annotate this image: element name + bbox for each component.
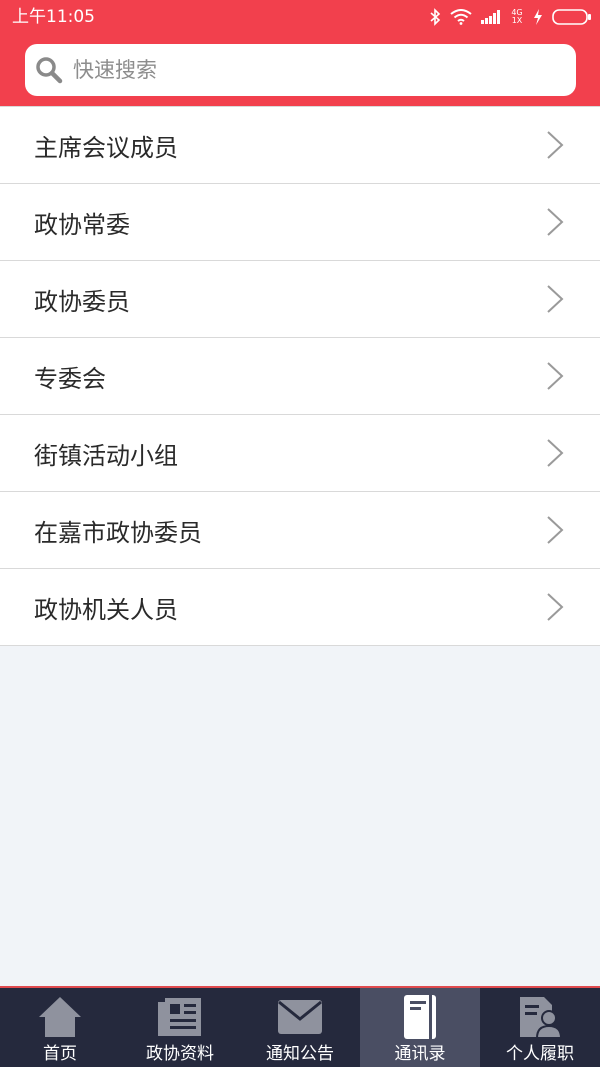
bluetooth-icon <box>430 8 441 26</box>
tab-personal-duties[interactable]: 个人履职 <box>480 988 600 1067</box>
tab-address-book[interactable]: 通讯录 <box>360 988 480 1067</box>
chevron-right-icon <box>547 131 564 159</box>
tab-label: 首页 <box>43 1044 77 1064</box>
newspaper-icon <box>158 998 201 1036</box>
list-item-label: 专委会 <box>34 364 106 393</box>
address-book-icon <box>404 995 436 1039</box>
status-icons: 4G 1X <box>429 6 592 28</box>
tab-label: 政协资料 <box>146 1044 214 1064</box>
chevron-right-icon <box>547 285 564 313</box>
list-item-label: 政协机关人员 <box>34 595 178 624</box>
bottom-tab-bar: 首页 政协资料 通知公告 通讯录 个人履职 <box>0 986 600 1067</box>
list-item-label: 在嘉市政协委员 <box>34 518 202 547</box>
list-item-office-staff[interactable]: 政协机关人员 <box>0 569 600 646</box>
list-item-label: 街镇活动小组 <box>34 441 178 470</box>
home-icon <box>39 997 81 1037</box>
list-item-label: 主席会议成员 <box>34 133 178 162</box>
network-type-label: 4G 1X <box>510 9 524 25</box>
list-item-label: 政协常委 <box>34 210 130 239</box>
list-item-committee-members[interactable]: 政协委员 <box>0 261 600 338</box>
signal-icon <box>481 10 500 24</box>
tab-label: 通讯录 <box>394 1044 446 1064</box>
tab-label: 个人履职 <box>506 1044 574 1064</box>
profile-document-icon <box>520 997 562 1039</box>
tab-cppcc-materials[interactable]: 政协资料 <box>120 988 240 1067</box>
network-type-bottom: 1X <box>511 16 523 25</box>
charging-icon <box>534 9 542 25</box>
header: 上午11:05 4G 1X <box>0 0 600 106</box>
list-item-label: 政协委员 <box>34 287 130 316</box>
chevron-right-icon <box>547 516 564 544</box>
status-bar: 上午11:05 4G 1X <box>0 0 600 34</box>
list-item-city-committee-members[interactable]: 在嘉市政协委员 <box>0 492 600 569</box>
search-input[interactable] <box>73 58 533 82</box>
status-time: 上午11:05 <box>12 7 95 27</box>
chevron-right-icon <box>547 362 564 390</box>
tab-label: 通知公告 <box>266 1044 334 1064</box>
contact-group-list: 主席会议成员 政协常委 政协委员 专委会 街镇活动小组 在嘉市政协委员 政协机关… <box>0 106 600 646</box>
chevron-right-icon <box>547 208 564 236</box>
envelope-icon <box>278 1000 322 1034</box>
tab-home[interactable]: 首页 <box>0 988 120 1067</box>
list-item-street-town-groups[interactable]: 街镇活动小组 <box>0 415 600 492</box>
list-item-chairman-members[interactable]: 主席会议成员 <box>0 107 600 184</box>
list-item-standing-committee[interactable]: 政协常委 <box>0 184 600 261</box>
wifi-icon <box>450 9 472 25</box>
search-box[interactable] <box>25 44 576 96</box>
search-icon <box>36 57 63 84</box>
chevron-right-icon <box>547 593 564 621</box>
battery-icon <box>552 9 591 25</box>
list-item-special-committees[interactable]: 专委会 <box>0 338 600 415</box>
chevron-right-icon <box>547 439 564 467</box>
tab-notices[interactable]: 通知公告 <box>240 988 360 1067</box>
